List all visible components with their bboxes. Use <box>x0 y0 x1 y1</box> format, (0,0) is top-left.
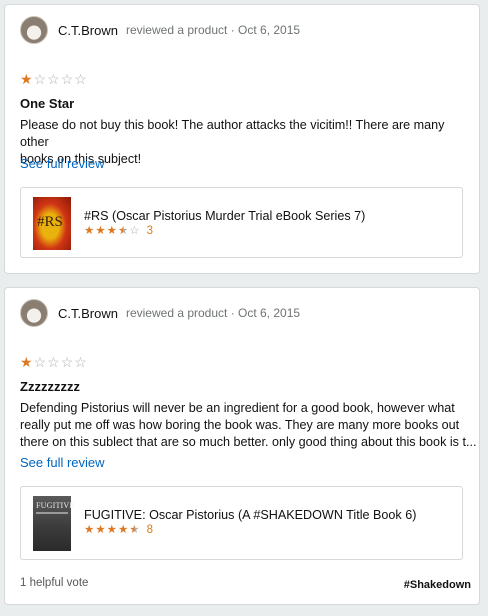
product-star-rating[interactable]: ★ ★ ★ ★ ☆ 3 <box>84 225 153 237</box>
star-half-icon: ★ <box>117 225 129 237</box>
star-full-icon: ★ <box>117 524 129 536</box>
product-cover-image[interactable]: #RS <box>33 197 71 250</box>
star-empty-icon: ☆ <box>47 354 60 370</box>
cover-divider <box>36 512 68 514</box>
star-full-icon: ★ <box>95 524 106 536</box>
avatar[interactable] <box>20 16 48 44</box>
review-header: C.T.Brown reviewed a product · Oct 6, 20… <box>20 15 300 45</box>
cover-text: FUGITIVE <box>36 501 75 510</box>
star-full-icon: ★ <box>106 225 117 237</box>
star-empty-icon: ☆ <box>129 225 140 237</box>
review-star-rating: ★ ☆ ☆ ☆ ☆ <box>20 72 87 86</box>
star-full-icon: ★ <box>84 524 95 536</box>
star-full-icon: ★ <box>106 524 117 536</box>
see-full-review-link[interactable]: See full review <box>20 156 105 171</box>
star-empty-icon: ☆ <box>33 71 47 87</box>
product-cover-image[interactable]: FUGITIVE <box>33 496 75 551</box>
star-empty-icon: ☆ <box>47 71 60 87</box>
review-header: C.T.Brown reviewed a product · Oct 6, 20… <box>20 298 300 328</box>
star-empty-icon: ☆ <box>60 71 74 87</box>
star-full-icon: ★ <box>95 225 106 237</box>
star-full-icon: ★ <box>20 71 33 87</box>
star-full-icon: ★ <box>84 225 95 237</box>
helpful-vote-count: 1 helpful vote <box>20 577 89 589</box>
review-meta: reviewed a product · Oct 6, 2015 <box>125 306 301 320</box>
review-card: C.T.Brown reviewed a product · Oct 6, 20… <box>4 4 480 274</box>
review-title: One Star <box>20 96 75 111</box>
avatar[interactable] <box>20 299 48 327</box>
hashtag-watermark: #Shakedown <box>403 579 471 591</box>
review-body-line: really put me off was how boring the boo… <box>20 418 460 432</box>
star-empty-icon: ☆ <box>33 354 47 370</box>
review-star-rating: ★ ☆ ☆ ☆ ☆ <box>20 355 87 369</box>
review-body-line: Please do not buy this book! The author … <box>20 118 445 149</box>
product-star-rating[interactable]: ★ ★ ★ ★ ★ 8 <box>84 524 153 536</box>
review-body-line: there on this sublect that are so much b… <box>20 435 477 449</box>
rating-count[interactable]: 3 <box>147 225 153 237</box>
review-body: Defending Pistorius will never be an ing… <box>20 400 477 451</box>
author-name[interactable]: C.T.Brown <box>58 306 118 321</box>
author-name[interactable]: C.T.Brown <box>58 23 118 38</box>
star-full-icon: ★ <box>20 354 33 370</box>
review-title: Zzzzzzzzz <box>20 379 80 394</box>
rating-count[interactable]: 8 <box>147 524 153 536</box>
review-meta: reviewed a product · Oct 6, 2015 <box>125 23 301 37</box>
star-empty-icon: ☆ <box>74 354 87 370</box>
product-card[interactable]: FUGITIVE FUGITIVE: Oscar Pistorius (A #S… <box>20 486 463 560</box>
star-half-icon: ★ <box>129 524 140 536</box>
product-card[interactable]: #RS #RS (Oscar Pistorius Murder Trial eB… <box>20 187 463 258</box>
star-empty-icon: ☆ <box>60 354 74 370</box>
star-empty-icon: ☆ <box>74 71 87 87</box>
cover-text: #RS <box>37 214 63 230</box>
review-body-line: Defending Pistorius will never be an ing… <box>20 401 455 415</box>
product-title-link[interactable]: #RS (Oscar Pistorius Murder Trial eBook … <box>84 209 365 223</box>
see-full-review-link[interactable]: See full review <box>20 455 105 470</box>
review-card: C.T.Brown reviewed a product · Oct 6, 20… <box>4 287 480 605</box>
product-title-link[interactable]: FUGITIVE: Oscar Pistorius (A #SHAKEDOWN … <box>84 508 416 522</box>
